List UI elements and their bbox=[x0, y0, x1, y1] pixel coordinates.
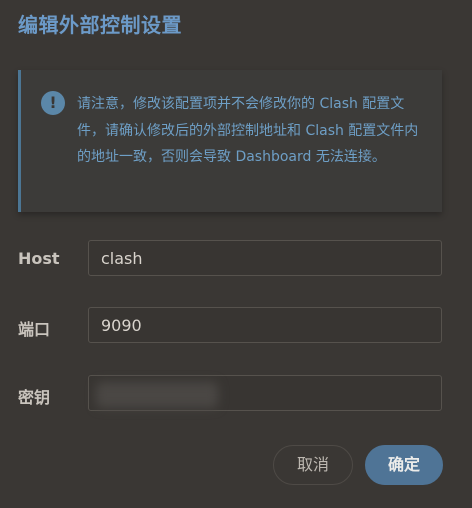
notice-text: 请注意，修改该配置项并不会修改你的 Clash 配置文件，请确认修改后的外部控制… bbox=[77, 96, 419, 165]
port-label: 端口 bbox=[18, 320, 51, 339]
host-input[interactable] bbox=[88, 240, 442, 276]
host-label: Host bbox=[18, 249, 60, 268]
confirm-button[interactable]: 确定 bbox=[365, 445, 443, 485]
exclamation-icon: ! bbox=[41, 91, 65, 115]
edit-external-controller-dialog: 编辑外部控制设置 ! 请注意，修改该配置项并不会修改你的 Clash 配置文件，… bbox=[0, 0, 472, 508]
warning-notice: ! 请注意，修改该配置项并不会修改你的 Clash 配置文件，请确认修改后的外部… bbox=[18, 70, 442, 212]
secret-blur-mask bbox=[96, 382, 218, 408]
dialog-title: 编辑外部控制设置 bbox=[18, 13, 182, 37]
cancel-button[interactable]: 取消 bbox=[273, 445, 353, 485]
port-input[interactable] bbox=[88, 307, 442, 343]
secret-label: 密钥 bbox=[18, 388, 51, 407]
